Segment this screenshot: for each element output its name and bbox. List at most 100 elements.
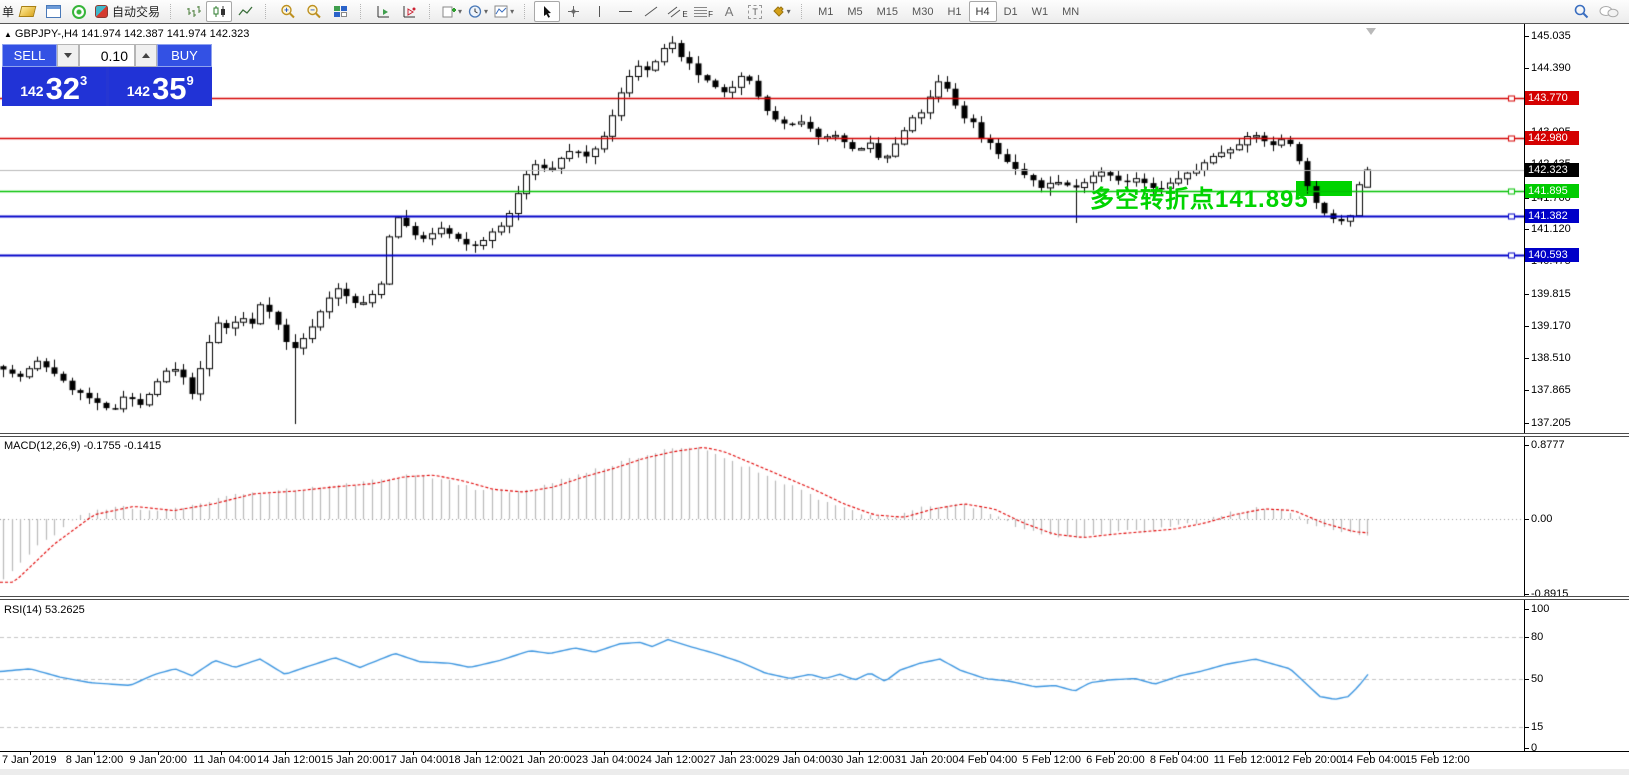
mt4-window: { "toolbar": { "partial_text": "单", "aut…: [0, 0, 1629, 775]
new-order-button[interactable]: 单: [2, 3, 14, 20]
macd-pane-divider[interactable]: [0, 433, 1629, 437]
time-tick-mark: [859, 751, 860, 755]
sell-button[interactable]: SELL: [2, 44, 57, 67]
time-label: 14 Jan 12:00: [257, 754, 321, 766]
svg-text:−: −: [310, 6, 315, 15]
time-label: 14 Feb 04:00: [1341, 754, 1406, 766]
sell-price-base: 142: [20, 83, 44, 99]
time-tick-mark: [603, 751, 605, 755]
tile-windows-button[interactable]: [327, 1, 353, 22]
bid-price-tag[interactable]: 142.323: [1525, 162, 1579, 177]
timeframe-m1[interactable]: M1: [811, 1, 840, 22]
channel-icon: [668, 6, 681, 18]
indicators-icon: [494, 5, 508, 18]
time-label: 29 Jan 04:00: [767, 754, 831, 766]
buy-button[interactable]: BUY: [157, 44, 212, 67]
chart-shift-button[interactable]: [396, 1, 422, 22]
pivot-price-tag[interactable]: 141.895: [1525, 184, 1579, 199]
timeframe-m15[interactable]: M15: [870, 1, 905, 22]
time-label: 4 Feb 04:00: [958, 754, 1018, 766]
new-chart-button[interactable]: [439, 1, 465, 22]
time-label: 6 Feb 20:00: [1086, 754, 1145, 766]
sell-price-pipette: 3: [80, 73, 88, 88]
resistance-price-tag[interactable]: 142.980: [1525, 130, 1579, 145]
arrows-icon: [772, 6, 784, 17]
timeframe-m30[interactable]: M30: [905, 1, 940, 22]
signals-icon[interactable]: [66, 1, 92, 22]
fibonacci-tool[interactable]: F: [690, 1, 716, 22]
macd-tick: 0.00: [1523, 513, 1553, 525]
toolbar-separator: [429, 4, 434, 19]
vertical-line-tool[interactable]: [586, 1, 612, 22]
label-tool[interactable]: T: [742, 1, 768, 22]
macd-canvas[interactable]: [0, 437, 1524, 596]
channel-letter: E: [682, 10, 688, 19]
rsi-canvas[interactable]: [0, 600, 1524, 751]
period-button[interactable]: [465, 1, 491, 22]
arrows-tool[interactable]: [768, 1, 794, 22]
time-label: 21 Jan 20:00: [512, 754, 576, 766]
time-axis-line[interactable]: [0, 751, 1629, 752]
cursor-icon: [543, 6, 551, 18]
volume-up-button[interactable]: [135, 44, 157, 67]
support-price-tag[interactable]: 140.593: [1525, 248, 1579, 263]
volume-down-button[interactable]: [57, 44, 79, 67]
time-tick-mark: [30, 751, 31, 755]
toolbar-separator: [801, 4, 806, 19]
collapse-arrow-icon[interactable]: ▲: [4, 30, 12, 39]
timeframe-mn[interactable]: MN: [1055, 1, 1086, 22]
rsi-tick: 80: [1523, 630, 1544, 643]
buy-price[interactable]: 142 35 9: [108, 67, 212, 106]
zoom-in-button[interactable]: +: [275, 1, 301, 22]
time-label: 9 Jan 20:00: [129, 754, 188, 766]
cursor-tool-button[interactable]: [534, 1, 561, 22]
timeframe-h4[interactable]: H4: [968, 1, 997, 22]
time-tick-mark: [93, 751, 95, 755]
bar-chart-button[interactable]: [180, 1, 206, 22]
crosshair-tool-button[interactable]: [560, 1, 586, 22]
trendline-icon: [644, 6, 658, 17]
bar-chart-icon: [186, 6, 201, 17]
rsi-pane-divider[interactable]: [0, 596, 1629, 600]
one-click-trading-panel: SELL 0.10 BUY 142 32 3 142 35 9: [2, 44, 212, 106]
timeframe-w1[interactable]: W1: [1025, 1, 1056, 22]
zoom-out-button[interactable]: −: [301, 1, 327, 22]
volume-input[interactable]: 0.10: [79, 44, 135, 67]
horizontal-line-tool[interactable]: [612, 1, 638, 22]
timeframe-d1[interactable]: D1: [997, 1, 1025, 22]
auto-scroll-button[interactable]: [370, 1, 396, 22]
resistance-price-tag[interactable]: 143.770: [1525, 91, 1579, 106]
chart-shift-marker-icon[interactable]: [1366, 28, 1376, 35]
time-tick-mark: [1050, 751, 1052, 755]
market-watch-icon[interactable]: [14, 1, 40, 22]
chart-window-icon[interactable]: [40, 1, 66, 22]
text-tool[interactable]: A: [716, 1, 742, 22]
sell-price[interactable]: 142 32 3: [2, 67, 106, 106]
time-label: 24 Jan 12:00: [639, 754, 704, 766]
svg-text:+: +: [284, 6, 289, 15]
line-chart-button[interactable]: [232, 1, 258, 22]
timeframe-h1[interactable]: H1: [940, 1, 968, 22]
label-tool-icon: T: [748, 4, 763, 19]
rsi-tick: 0: [1523, 742, 1538, 754]
buy-price-pips: 35: [152, 71, 187, 106]
time-tick-mark: [922, 751, 924, 755]
price-tick: 139.815: [1524, 287, 1571, 300]
chart-shift-icon: [403, 6, 416, 18]
symbol-info: ▲ GBPJPY-,H4 141.974 142.387 141.974 142.…: [4, 28, 250, 40]
support-price-tag[interactable]: 141.382: [1525, 209, 1579, 224]
chat-icon[interactable]: [1599, 5, 1619, 19]
timeframe-m5[interactable]: M5: [840, 1, 869, 22]
trendline-tool[interactable]: [638, 1, 664, 22]
auto-trading-button[interactable]: 自动交易: [92, 1, 163, 22]
main-chart-canvas[interactable]: [0, 24, 1524, 433]
time-tick-mark: [157, 751, 159, 755]
time-label: 11 Jan 04:00: [193, 754, 257, 766]
time-tick-mark: [795, 751, 797, 755]
search-icon[interactable]: [1574, 4, 1589, 19]
time-label: 27 Jan 23:00: [703, 754, 768, 766]
channel-tool[interactable]: E: [664, 1, 690, 22]
indicators-button[interactable]: [491, 1, 517, 22]
candlestick-chart-button[interactable]: [206, 1, 233, 22]
pivot-annotation[interactable]: 多空转折点141.895: [1090, 179, 1309, 214]
